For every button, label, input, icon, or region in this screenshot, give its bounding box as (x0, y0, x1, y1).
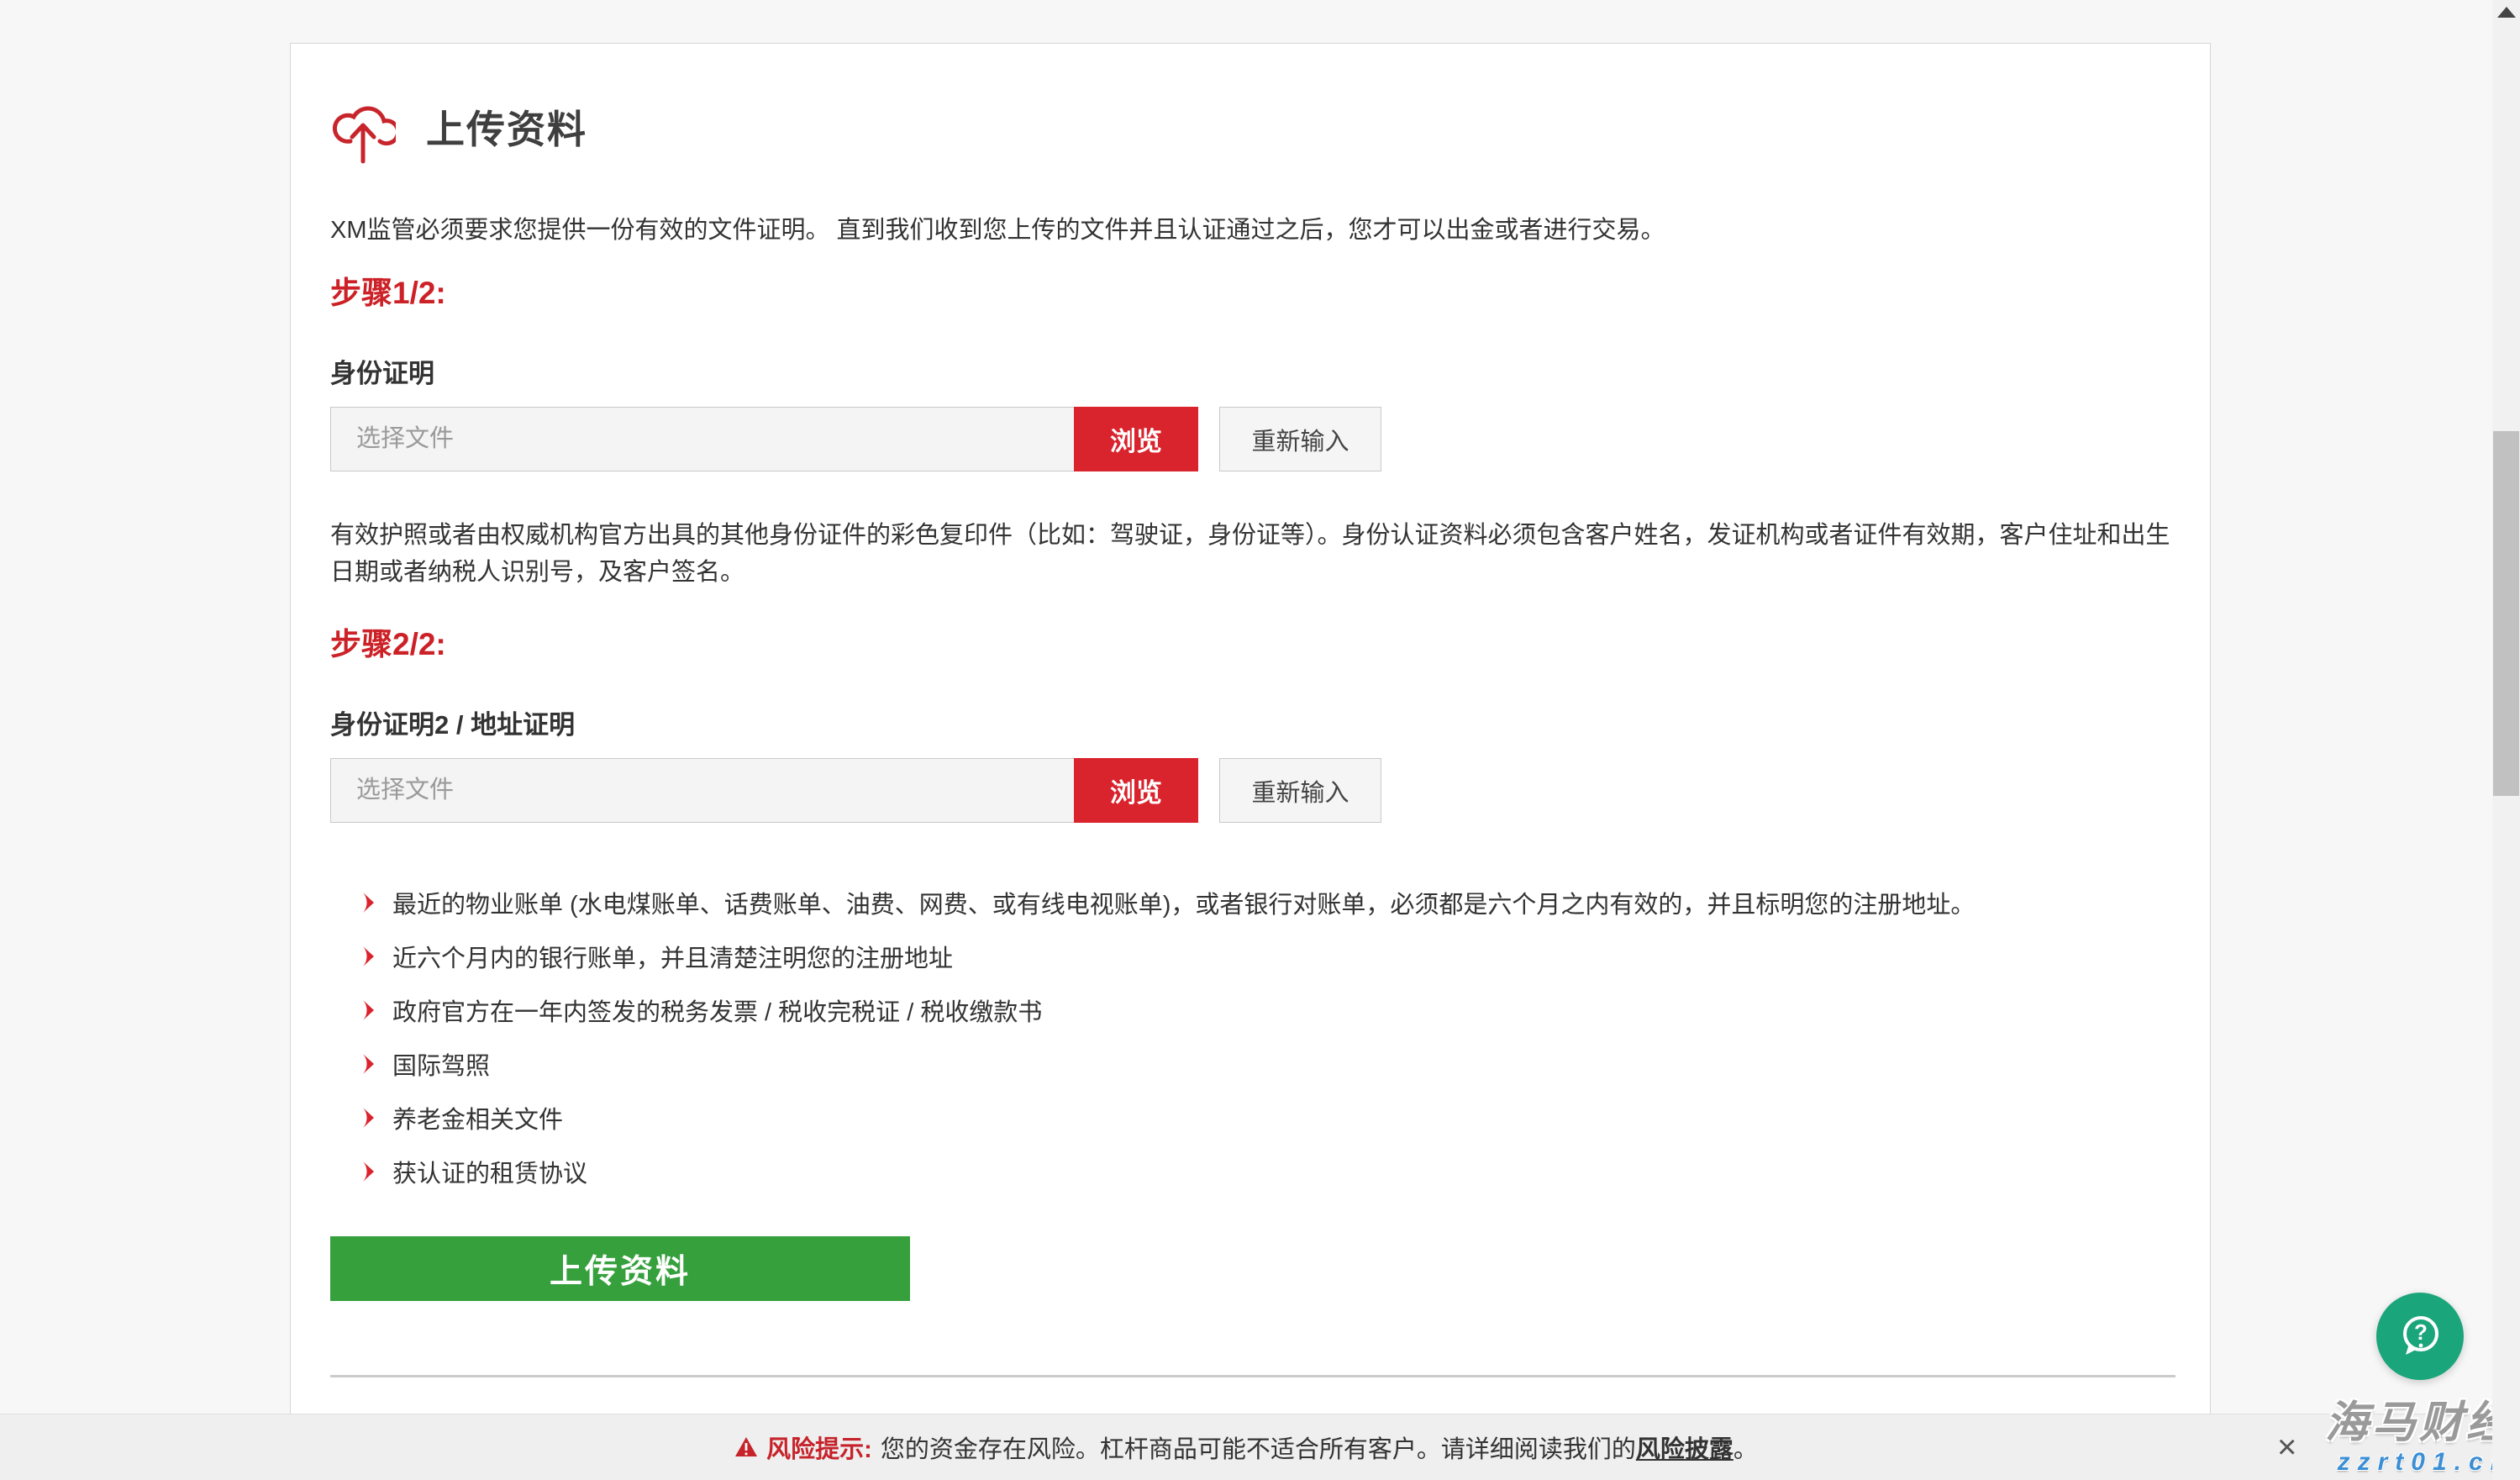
list-item: 政府官方在一年内签发的税务发票 / 税收完税证 / 税收缴款书 (330, 996, 2175, 1024)
intro-text: XM监管必须要求您提供一份有效的文件证明。 直到我们收到您上传的文件并且认证通过… (330, 216, 2175, 245)
address-file-box (330, 758, 1074, 823)
scrollbar[interactable] (2492, 0, 2520, 1480)
address-proof-label: 身份证明2 / 地址证明 (330, 710, 2175, 740)
risk-disclosure-link[interactable]: 风险披露 (1636, 1436, 1733, 1463)
identity-proof-label: 身份证明 (330, 359, 2175, 389)
identity-file-row: 浏览 重新输入 (330, 407, 2175, 471)
bullet-arrow-icon (361, 1161, 375, 1182)
address-browse-button[interactable]: 浏览 (1074, 758, 1198, 823)
list-item: 最近的物业账单 (水电煤账单、话费账单、油费、网费、或有线电视账单)，或者银行对… (330, 888, 2175, 917)
list-item-text: 最近的物业账单 (水电煤账单、话费账单、油费、网费、或有线电视账单)，或者银行对… (392, 885, 1975, 920)
card-header: 上传资料 (330, 90, 2175, 164)
page-title: 上传资料 (426, 99, 587, 155)
identity-description: 有效护照或者由权威机构官方出具的其他身份证件的彩色复印件（比如：驾驶证，身份证等… (330, 517, 2170, 591)
list-item: 国际驾照 (330, 1050, 2175, 1078)
risk-message: 您的资金存在风险。杠杆商品可能不适合所有客户。请详细阅读我们的风险披露。 (881, 1430, 1758, 1465)
risk-warning-bar: 风险提示: 您的资金存在风险。杠杆商品可能不适合所有客户。请详细阅读我们的风险披… (0, 1414, 2492, 1480)
risk-prefix: 风险提示: (766, 1430, 872, 1465)
warning-triangle-icon (734, 1436, 758, 1458)
bullet-arrow-icon (361, 999, 375, 1021)
address-file-row: 浏览 重新输入 (330, 758, 2175, 823)
step1-heading: 步骤1/2: (330, 275, 2175, 312)
svg-text:?: ? (2414, 1319, 2428, 1345)
watermark-domain: zzrt01.cn (2325, 1450, 2513, 1475)
card-bottom-divider (330, 1375, 2175, 1377)
identity-browse-button[interactable]: 浏览 (1074, 407, 1198, 471)
close-icon[interactable]: × (2269, 1427, 2305, 1467)
help-button[interactable]: ? (2376, 1293, 2464, 1380)
identity-file-input[interactable] (331, 408, 1074, 471)
identity-file-box (330, 407, 1074, 471)
address-file-input[interactable] (331, 759, 1074, 822)
watermark: 海马财经 zzrt01.cn (2325, 1401, 2513, 1475)
list-item-text: 养老金相关文件 (392, 1100, 563, 1135)
list-item-text: 获认证的租赁协议 (392, 1154, 587, 1189)
list-item: 近六个月内的银行账单，并且清楚注明您的注册地址 (330, 942, 2175, 971)
list-item: 养老金相关文件 (330, 1103, 2175, 1132)
list-item: 获认证的租赁协议 (330, 1157, 2175, 1186)
upload-submit-button[interactable]: 上传资料 (330, 1236, 910, 1301)
step2-heading: 步骤2/2: (330, 626, 2175, 663)
scrollbar-thumb[interactable] (2493, 431, 2519, 796)
bullet-arrow-icon (361, 892, 375, 914)
identity-reset-button[interactable]: 重新输入 (1219, 407, 1381, 471)
accepted-documents-list: 最近的物业账单 (水电煤账单、话费账单、油费、网费、或有线电视账单)，或者银行对… (330, 888, 2175, 1186)
list-item-text: 近六个月内的银行账单，并且清楚注明您的注册地址 (392, 939, 953, 974)
help-chat-icon: ? (2396, 1312, 2444, 1361)
upload-cloud-icon (330, 90, 396, 164)
list-item-text: 政府官方在一年内签发的税务发票 / 税收完税证 / 税收缴款书 (392, 993, 1042, 1028)
watermark-title: 海马财经 (2325, 1401, 2513, 1445)
address-reset-button[interactable]: 重新输入 (1219, 758, 1381, 823)
upload-card: 上传资料 XM监管必须要求您提供一份有效的文件证明。 直到我们收到您上传的文件并… (290, 43, 2211, 1480)
list-item-text: 国际驾照 (392, 1046, 490, 1082)
bullet-arrow-icon (361, 1053, 375, 1075)
bullet-arrow-icon (361, 1107, 375, 1129)
bullet-arrow-icon (361, 945, 375, 967)
scroll-up-icon[interactable] (2497, 7, 2516, 18)
